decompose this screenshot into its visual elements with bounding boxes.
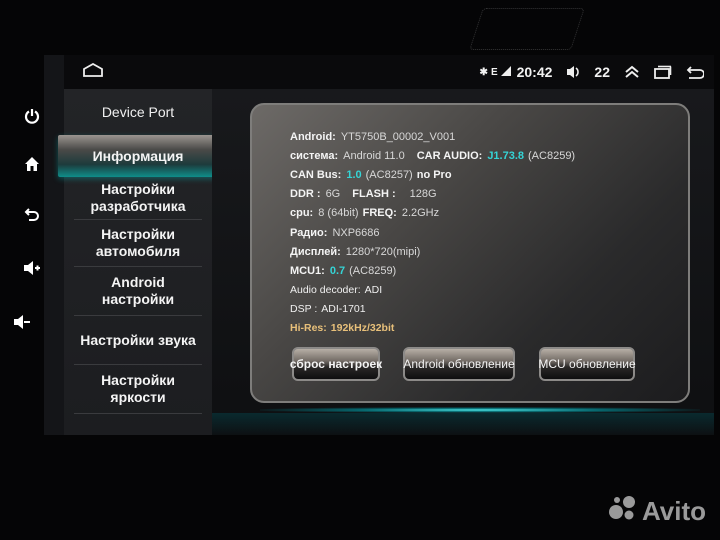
content-area: Android: YT5750B_00002_V001 система: And… <box>212 89 714 435</box>
info-row-radio: Радио: NXP6686 <box>290 226 380 239</box>
head-unit-screen: ✱ E 20:42 22 Device Port Информация Наст… <box>44 55 714 435</box>
sidebar-item-label: Настройки звука <box>80 331 196 348</box>
info-row-hires: Hi-Res: 192kHz/32bit <box>290 322 395 335</box>
info-row-decoder: Audio decoder: ADI <box>290 284 383 297</box>
status-bar: ✱ E 20:42 22 <box>64 55 714 89</box>
sidebar-item-label: Информация <box>92 147 184 164</box>
volume-icon[interactable] <box>566 65 580 79</box>
info-row-mcu: MCU1: 0.7 (AC8259) <box>290 264 397 277</box>
avito-watermark: Avito <box>608 495 706 528</box>
home-icon[interactable] <box>20 152 44 176</box>
volume-down-icon[interactable] <box>10 310 34 334</box>
volume-up-icon[interactable] <box>20 256 44 280</box>
sidebar-item-info[interactable]: Информация <box>58 135 218 177</box>
sidebar-item-vehicle[interactable]: Настройки автомобиля <box>74 220 202 267</box>
info-row-memory: DDR : 6G FLASH : 128G <box>290 188 437 201</box>
info-row-dsp: DSP : ADI-1701 <box>290 303 366 316</box>
bezel-logo <box>469 8 585 50</box>
signal-bars-icon <box>500 65 511 79</box>
android-update-button[interactable]: Android обновление <box>403 347 515 381</box>
info-row-system: система: Android 11.0 CAR AUDIO: J1.73.8… <box>290 149 576 162</box>
info-row-can: CAN Bus: 1.0 (AC8257) no Pro <box>290 168 452 181</box>
status-icons: ✱ E <box>479 65 511 79</box>
home-icon[interactable] <box>82 62 104 82</box>
avito-logo-icon <box>608 495 638 528</box>
sidebar-item-label: Настройки автомобиля <box>95 226 181 259</box>
signal-e-icon: E <box>490 66 498 78</box>
sidebar-item-android[interactable]: Android настройки <box>74 267 202 316</box>
info-row-display: Дисплей: 1280*720(mipi) <box>290 245 421 258</box>
sidebar-item-label: Настройки яркости <box>101 372 175 405</box>
bluetooth-icon: ✱ <box>479 66 488 78</box>
accent-glow-line <box>260 407 700 413</box>
expand-up-icon[interactable] <box>624 65 640 79</box>
sidebar-item-label: Android настройки <box>101 274 175 307</box>
sidebar-title: Device Port <box>101 104 175 120</box>
back-icon[interactable] <box>686 65 704 79</box>
info-row-android: Android: YT5750B_00002_V001 <box>290 130 456 143</box>
glow-reflection <box>212 413 714 435</box>
clock: 20:42 <box>516 64 553 80</box>
info-row-cpu: cpu: 8 (64bit) FREQ: 2.2GHz <box>290 207 440 220</box>
sidebar-item-sound[interactable]: Настройки звука <box>74 316 202 365</box>
status-bar-right: ✱ E 20:42 22 <box>480 55 714 89</box>
sidebar: Device Port Информация Настройки разрабо… <box>58 89 218 435</box>
recent-apps-icon[interactable] <box>654 65 672 79</box>
sidebar-item-label: Настройки разработчика <box>90 181 186 214</box>
sidebar-item-brightness[interactable]: Настройки яркости <box>74 365 202 414</box>
avito-text: Avito <box>641 496 706 526</box>
power-icon[interactable] <box>20 104 44 128</box>
sidebar-item-developer[interactable]: Настройки разработчика <box>74 177 202 220</box>
reset-settings-button[interactable]: сброс настроек <box>290 347 382 381</box>
mcu-update-button[interactable]: MCU обновление <box>538 347 636 381</box>
back-icon[interactable] <box>20 202 44 226</box>
device-info: Android: YT5750B_00002_V001 система: And… <box>290 127 579 338</box>
volume-level: 22 <box>594 64 610 80</box>
